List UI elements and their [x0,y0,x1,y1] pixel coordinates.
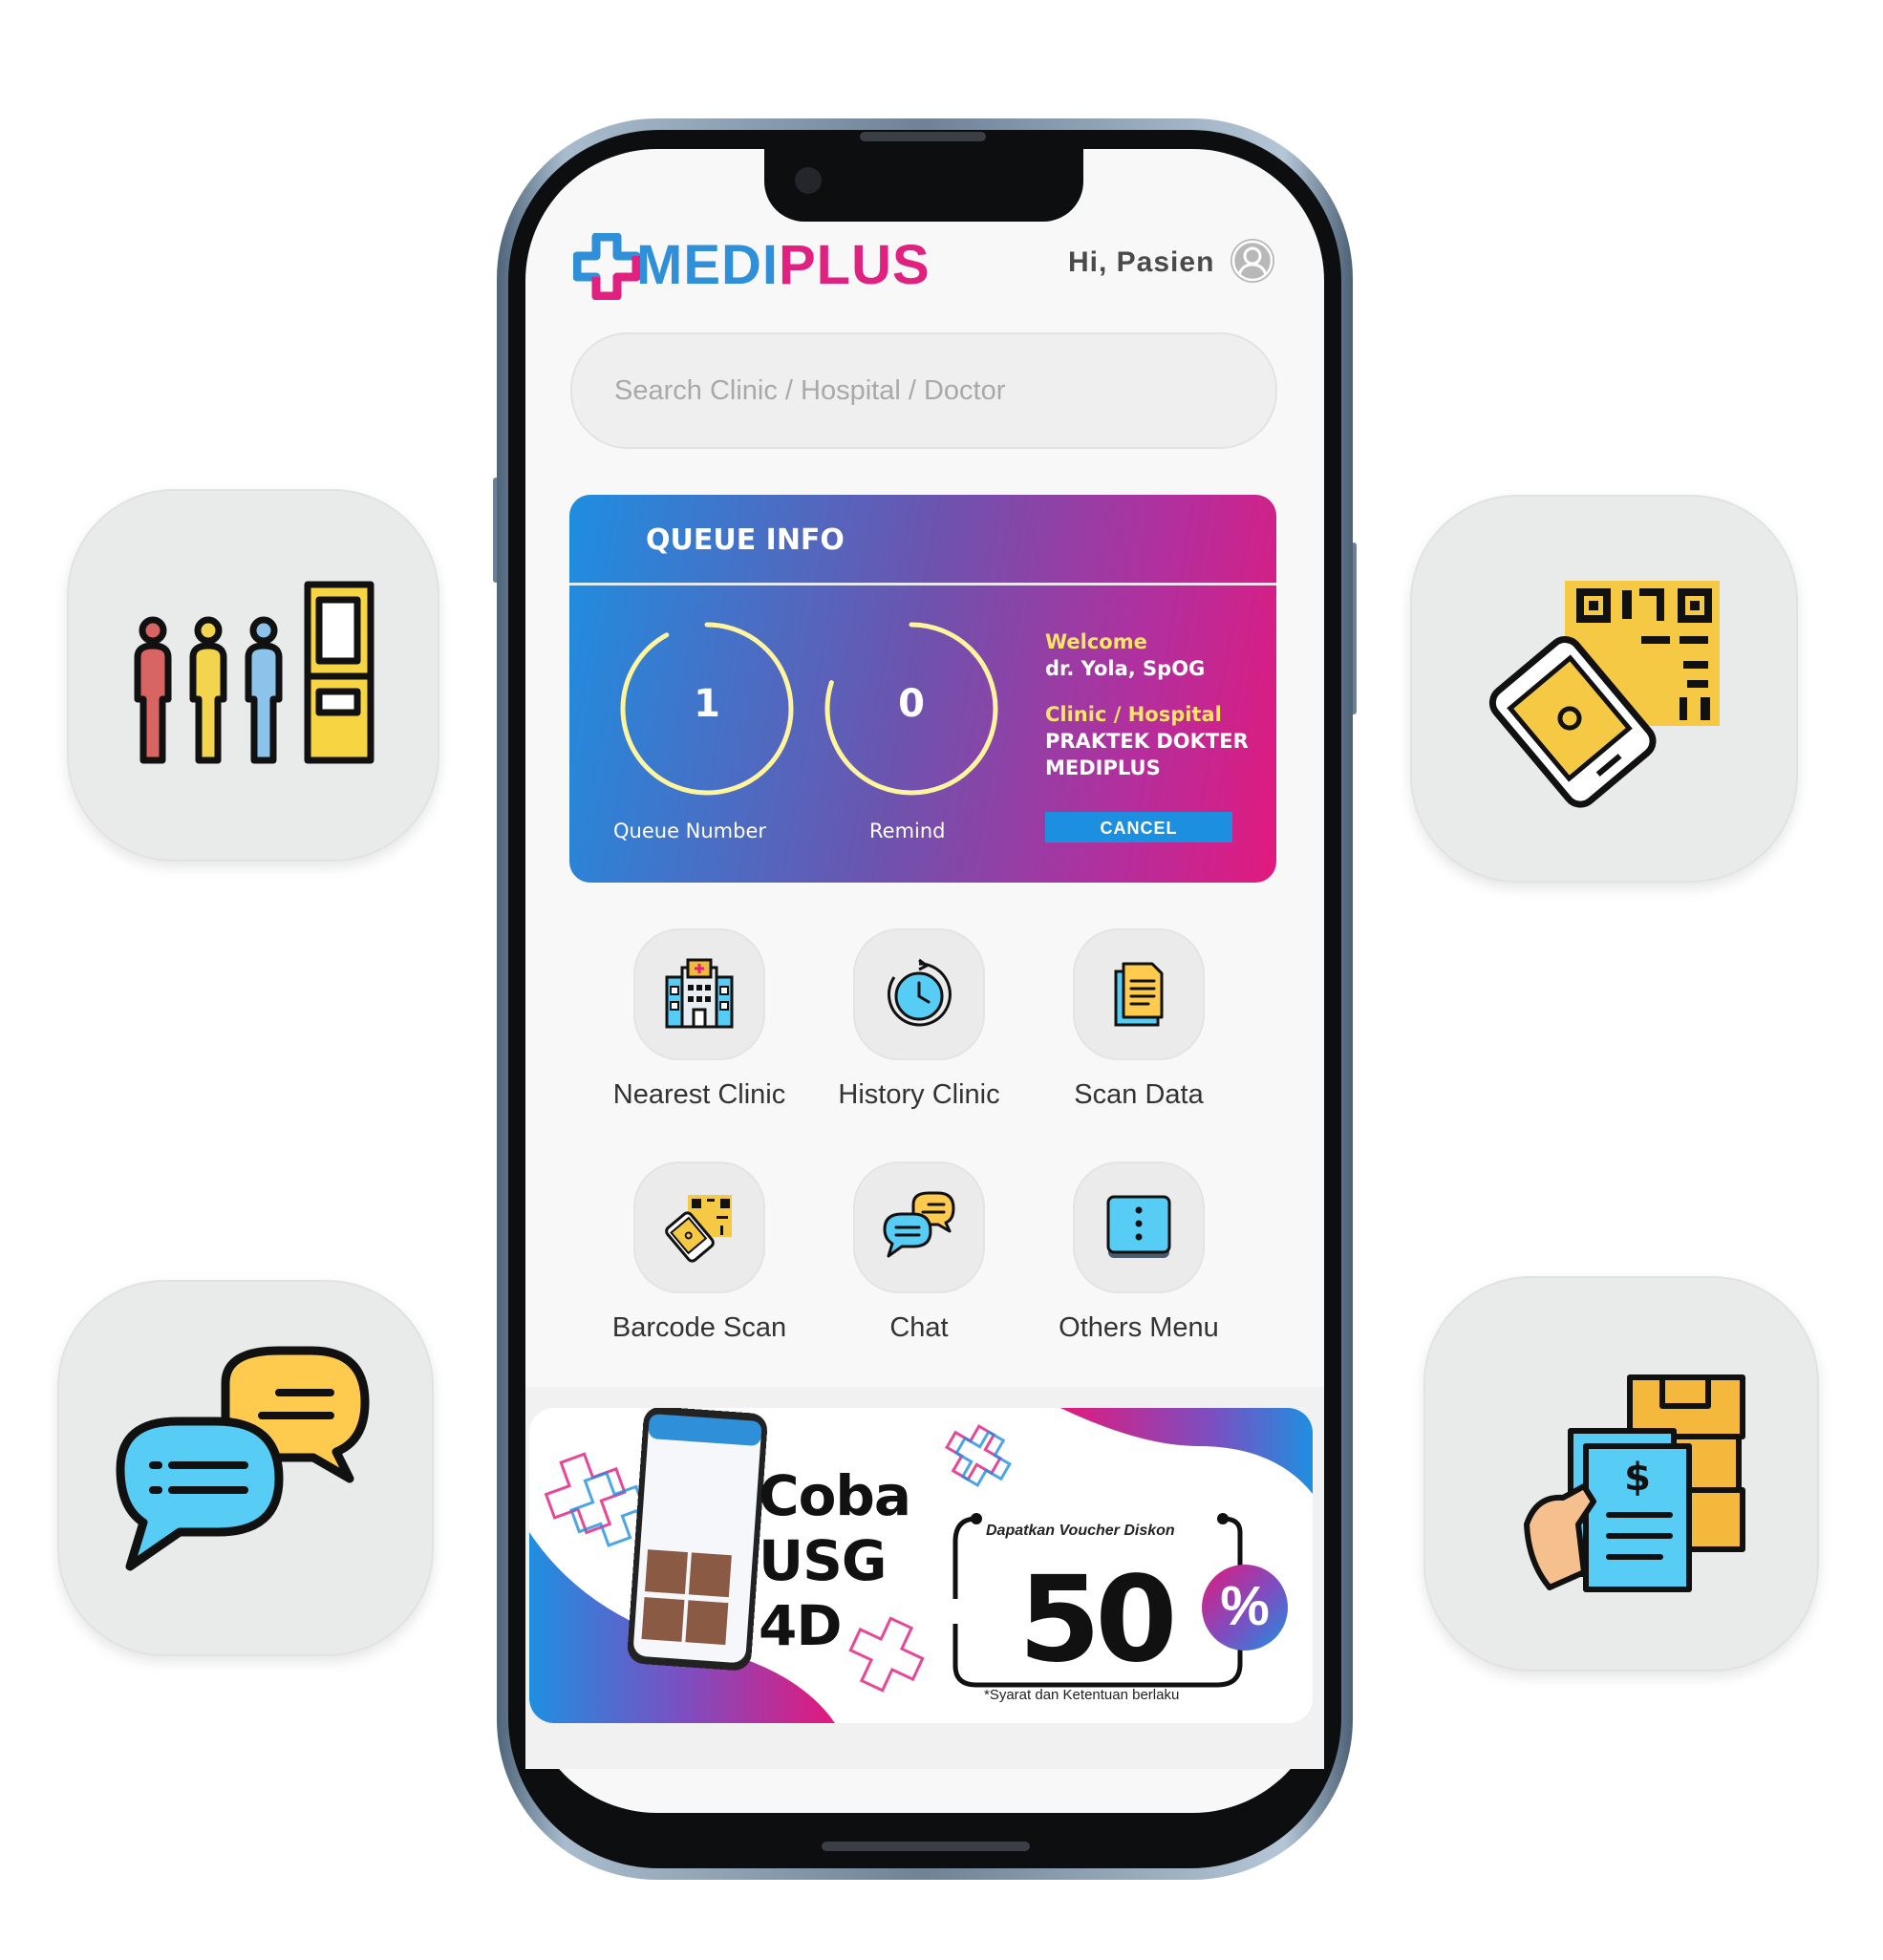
menu-icon-tile [1073,928,1205,1060]
chat-bubbles-icon [116,1346,370,1571]
menu-chat[interactable]: Chat [824,1161,1015,1344]
qr-scan-icon [1488,581,1720,808]
user-greeting: Hi, Pasien [1068,246,1215,278]
queue-number-label: Queue Number [613,820,767,842]
barcode-scan-icon [665,1195,732,1263]
promo-headline: Coba USG 4D [759,1463,911,1658]
remind-value: 0 [898,682,925,726]
chat-icon [883,1191,955,1258]
front-camera [795,167,822,194]
feature-tile-queue [67,489,439,862]
promo-banner[interactable]: Coba USG 4D Dapatkan Voucher Diskon 50 %… [529,1408,1313,1723]
app-logo: MEDIPLUS [636,237,931,294]
menu-label: Barcode Scan [611,1312,787,1343]
feature-tile-qr-scan [1410,495,1798,883]
svg-text:$: $ [1624,1456,1651,1500]
promo-line2: USG [759,1528,887,1593]
payment-receipt-icon: $ [1524,1374,1745,1592]
more-menu-icon [1106,1195,1171,1258]
menu-nearest-clinic[interactable]: Nearest Clinic [604,928,795,1111]
terms-text: *Syarat dan Ketentuan berlaku [984,1687,1180,1703]
doctor-name: dr. Yola, SpOG [1045,657,1206,680]
menu-label: History Clinic [838,1079,1000,1110]
menu-icon-tile [853,1161,985,1293]
feature-tile-payment: $ [1423,1276,1819,1672]
clinic-name-line1: PRAKTEK DOKTER [1045,730,1249,753]
queue-divider [569,583,1276,586]
document-icon [1114,962,1164,1027]
logo-text-medi: MEDI [636,234,779,296]
profile-avatar-button[interactable] [1230,239,1274,283]
home-indicator [822,1842,1030,1851]
menu-scan-data[interactable]: Scan Data [1043,928,1234,1111]
history-clock-icon [887,958,952,1027]
voucher-title: Dapatkan Voucher Diskon [986,1523,1175,1539]
menu-label: Scan Data [1074,1079,1204,1110]
clinic-name-line2: MEDIPLUS [1045,756,1161,779]
search-bar[interactable] [570,332,1277,449]
queue-icon [134,581,374,764]
remind-label: Remind [869,820,946,842]
menu-icon-tile [633,1161,765,1293]
promo-line1: Coba [759,1463,911,1528]
menu-label: Nearest Clinic [612,1079,786,1110]
cancel-queue-button[interactable]: CANCEL [1045,812,1232,842]
menu-history-clinic[interactable]: History Clinic [824,928,1015,1111]
queue-number-value: 1 [694,682,720,726]
clinic-label: Clinic / Hospital [1045,703,1222,726]
menu-label: Others Menu [1059,1312,1219,1343]
discount-value: 50 [1018,1551,1178,1689]
speaker-grille [860,132,986,141]
logo-text-plus: PLUS [779,234,931,296]
menu-icon-tile [853,928,985,1060]
menu-others[interactable]: Others Menu [1043,1161,1234,1344]
menu-icon-tile [1073,1161,1205,1293]
queue-info-card: QUEUE INFO 1 Queue Number 0 Remind Welco… [569,495,1276,883]
logo-icon [573,233,640,300]
promo-line3: 4D [759,1593,843,1658]
menu-barcode-scan[interactable]: Barcode Scan [604,1161,795,1344]
search-input[interactable] [612,365,1228,416]
feature-tile-chat [57,1280,434,1656]
menu-label: Chat [889,1312,949,1343]
banner-wave-bottom [529,1408,1313,1723]
discount-percent-badge: % [1202,1565,1288,1651]
queue-info-title: QUEUE INFO [646,523,845,557]
doctor-info: Welcome dr. Yola, SpOG Clinic / Hospital… [1045,628,1249,781]
menu-icon-tile [633,928,765,1060]
hospital-icon [665,958,734,1029]
user-icon [1231,240,1273,282]
welcome-label: Welcome [1045,630,1147,653]
